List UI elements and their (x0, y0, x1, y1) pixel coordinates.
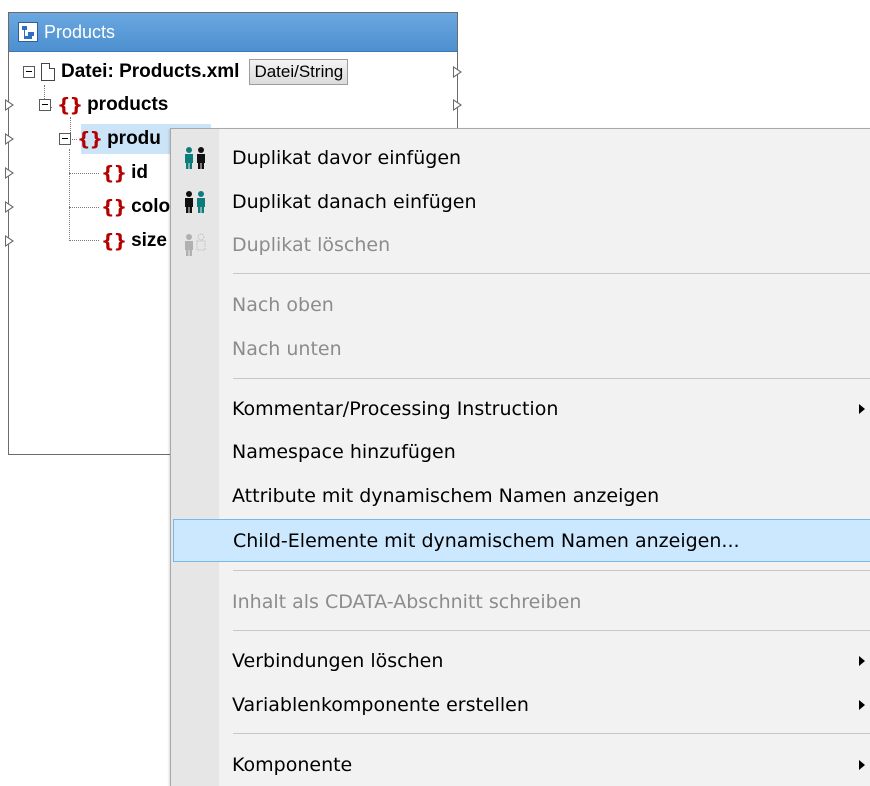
collapse-toggle[interactable] (39, 99, 51, 111)
tree-node-label: id (131, 162, 148, 183)
menu-item-show-dynamic-attributes[interactable]: Attribute mit dynamischem Namen anzeigen (171, 478, 870, 514)
component-tree-icon (18, 22, 38, 42)
menu-separator (233, 630, 870, 631)
tree-node-label: colo (131, 196, 171, 217)
menu-item-label: Attribute mit dynamischem Namen anzeigen (232, 485, 660, 507)
tree-node-label: products (87, 94, 169, 115)
output-connector[interactable] (453, 66, 462, 78)
menu-item-move-down[interactable]: Nach unten (171, 331, 870, 367)
menu-item-label: Namespace hinzufügen (232, 441, 456, 463)
element-icon: {} (101, 230, 127, 252)
submenu-arrow-icon (859, 760, 865, 770)
menu-item-label: Duplikat löschen (232, 234, 391, 256)
input-connector[interactable] (5, 201, 14, 213)
menu-item-label: Verbindungen löschen (232, 650, 444, 672)
tree-node-products[interactable]: {} products (39, 89, 168, 121)
component-title-bar[interactable]: Products (9, 13, 457, 52)
menu-item-show-dynamic-child-elements[interactable]: Child-Elemente mit dynamischem Namen anz… (173, 519, 870, 562)
menu-separator (233, 378, 870, 379)
tree-line (69, 149, 70, 239)
menu-item-duplicate-before[interactable]: Duplikat davor einfügen (171, 140, 870, 176)
element-icon: {} (101, 196, 127, 218)
tree-line (69, 207, 99, 208)
tree-node-size[interactable]: {} size (101, 225, 167, 257)
file-row[interactable]: Datei: Products.xml Datei/String (23, 56, 349, 88)
element-icon: {} (101, 162, 127, 184)
submenu-arrow-icon (859, 404, 865, 414)
output-connector[interactable] (453, 99, 462, 111)
element-icon: {} (77, 128, 103, 150)
menu-item-label: Variablenkomponente erstellen (232, 694, 529, 716)
menu-item-write-cdata[interactable]: Inhalt als CDATA-Abschnitt schreiben (171, 584, 870, 620)
menu-item-component[interactable]: Komponente (171, 747, 870, 783)
input-connector[interactable] (5, 133, 14, 145)
file-string-button[interactable]: Datei/String (249, 59, 349, 85)
tree-node-label: size (131, 230, 167, 251)
menu-item-label: Child-Elemente mit dynamischem Namen anz… (233, 529, 740, 552)
menu-item-duplicate-delete[interactable]: Duplikat löschen (171, 227, 870, 263)
menu-separator (233, 733, 870, 734)
duplicate-delete-icon (185, 233, 206, 256)
menu-separator (233, 273, 870, 274)
menu-item-label: Komponente (232, 754, 353, 776)
tree-node-id[interactable]: {} id (101, 157, 148, 189)
document-icon (41, 63, 55, 81)
menu-item-move-up[interactable]: Nach oben (171, 287, 870, 323)
menu-item-comment-pi[interactable]: Kommentar/Processing Instruction (171, 391, 870, 427)
duplicate-insert-before-icon (185, 147, 205, 169)
menu-item-label: Nach unten (232, 338, 342, 360)
menu-item-label: Kommentar/Processing Instruction (232, 398, 559, 420)
submenu-arrow-icon (859, 656, 865, 666)
component-title: Products (44, 21, 116, 42)
menu-item-add-namespace[interactable]: Namespace hinzufügen (171, 434, 870, 470)
menu-item-duplicate-after[interactable]: Duplikat danach einfügen (171, 184, 870, 220)
input-connector[interactable] (5, 167, 14, 179)
tree-node-product[interactable]: {} produ (59, 123, 161, 155)
menu-separator (233, 570, 870, 571)
collapse-toggle[interactable] (59, 133, 71, 145)
context-menu: Duplikat davor einfügen Duplikat danach … (170, 128, 870, 786)
element-icon: {} (57, 94, 83, 116)
file-label: Datei: Products.xml (61, 61, 240, 82)
input-connector[interactable] (5, 235, 14, 247)
menu-item-create-variable[interactable]: Variablenkomponente erstellen (171, 687, 870, 723)
tree-line (69, 240, 99, 241)
tree-line (69, 173, 99, 174)
menu-item-label: Inhalt als CDATA-Abschnitt schreiben (232, 591, 582, 613)
menu-item-label: Duplikat davor einfügen (232, 147, 462, 169)
tree-node-color[interactable]: {} colo (101, 191, 170, 223)
menu-item-label: Nach oben (232, 294, 334, 316)
tree-node-label: produ (107, 128, 161, 149)
submenu-arrow-icon (859, 700, 865, 710)
menu-item-label: Duplikat danach einfügen (232, 191, 477, 213)
input-connector[interactable] (5, 99, 14, 111)
duplicate-insert-after-icon (185, 191, 205, 213)
collapse-toggle[interactable] (23, 66, 35, 78)
menu-item-delete-connections[interactable]: Verbindungen löschen (171, 643, 870, 679)
